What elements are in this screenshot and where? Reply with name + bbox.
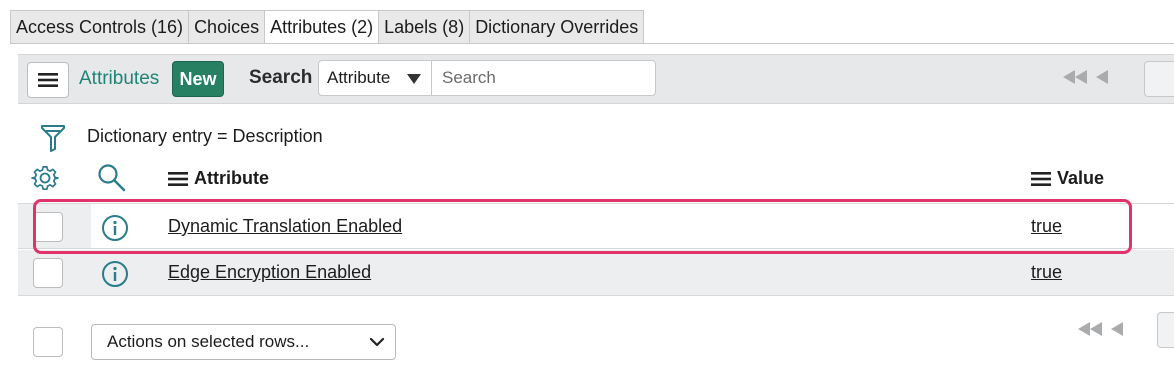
page-number-field[interactable] xyxy=(1157,312,1174,348)
filter-icon[interactable] xyxy=(40,124,66,157)
info-icon[interactable] xyxy=(101,260,129,293)
row-checkbox[interactable] xyxy=(33,212,63,242)
new-button[interactable]: New xyxy=(172,61,224,97)
search-field-select[interactable]: Attribute xyxy=(318,60,432,96)
search-field-value: Attribute xyxy=(327,68,391,87)
previous-page-icon[interactable] xyxy=(1110,322,1124,336)
column-header-value[interactable]: Value xyxy=(1031,168,1104,189)
page-number-field[interactable] xyxy=(1144,61,1174,97)
tabs-divider xyxy=(10,43,1174,44)
value-link[interactable]: true xyxy=(1031,262,1062,283)
pager-bottom xyxy=(1076,322,1124,336)
search-icon[interactable] xyxy=(97,163,127,198)
tab-dictionary-overrides[interactable]: Dictionary Overrides xyxy=(469,10,645,44)
column-header-attribute[interactable]: Attribute xyxy=(168,168,269,189)
chevron-down-icon xyxy=(369,337,385,347)
select-all-checkbox[interactable] xyxy=(33,327,63,357)
list-toolbar: Attributes New Search Attribute Search xyxy=(18,54,1174,104)
value-link[interactable]: true xyxy=(1031,216,1062,237)
column-label-value: Value xyxy=(1057,168,1105,188)
list-menu-button[interactable] xyxy=(27,62,69,98)
column-menu-icon[interactable] xyxy=(168,171,188,187)
pager-top xyxy=(1061,70,1109,84)
previous-page-icon[interactable] xyxy=(1095,70,1109,84)
gear-icon[interactable] xyxy=(31,165,59,198)
attribute-link[interactable]: Edge Encryption Enabled xyxy=(168,262,371,283)
actions-select-label: Actions on selected rows... xyxy=(107,332,310,351)
tab-attributes[interactable]: Attributes (2) xyxy=(264,10,379,44)
attribute-link[interactable]: Dynamic Translation Enabled xyxy=(168,216,402,237)
list-title: Attributes xyxy=(79,68,160,89)
actions-select[interactable]: Actions on selected rows... xyxy=(91,324,396,360)
search-label: Search xyxy=(249,67,313,88)
first-page-icon[interactable] xyxy=(1076,322,1104,336)
table-row: Edge Encryption Enabled true xyxy=(18,250,1174,296)
tab-access-controls[interactable]: Access Controls (16) xyxy=(10,10,189,44)
first-page-icon[interactable] xyxy=(1061,70,1089,84)
tab-choices[interactable]: Choices xyxy=(188,10,265,44)
related-list-panel: Access Controls (16) Choices Attributes … xyxy=(0,0,1174,365)
related-list-tabs: Access Controls (16) Choices Attributes … xyxy=(10,10,645,44)
table-row: Dynamic Translation Enabled true xyxy=(18,203,1174,249)
info-icon[interactable] xyxy=(101,214,129,247)
row-select-cell xyxy=(18,204,91,248)
search-input[interactable]: Search xyxy=(431,60,656,96)
column-menu-icon[interactable] xyxy=(1031,171,1051,187)
menu-icon xyxy=(38,73,58,87)
tab-labels[interactable]: Labels (8) xyxy=(378,10,470,44)
row-checkbox[interactable] xyxy=(33,258,63,288)
row-select-cell xyxy=(18,250,91,295)
caret-down-icon xyxy=(407,74,421,84)
column-label-attribute: Attribute xyxy=(194,168,269,188)
filter-breadcrumb[interactable]: Dictionary entry = Description xyxy=(87,126,323,147)
